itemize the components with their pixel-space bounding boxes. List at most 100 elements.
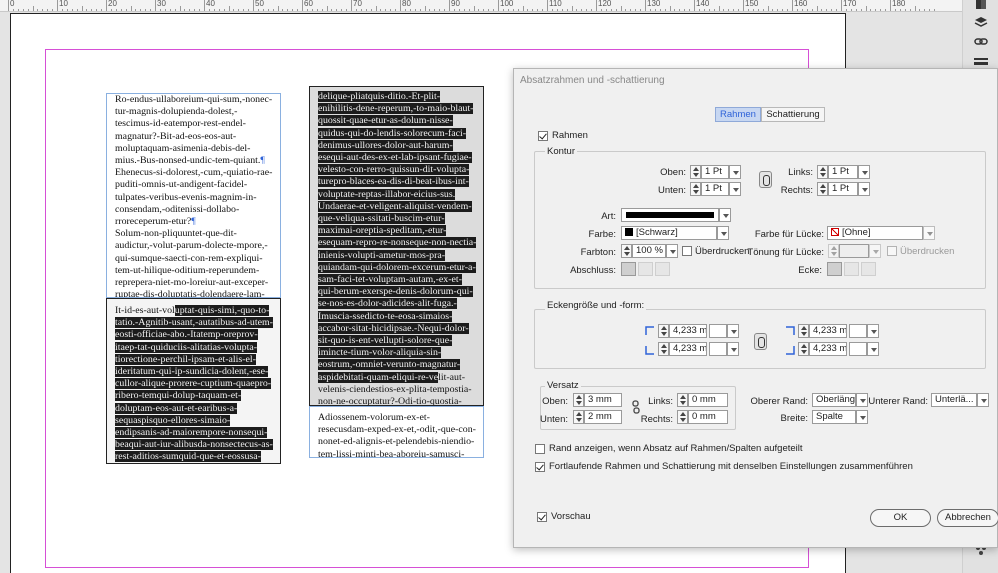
farbton-field[interactable]: 100 % — [632, 244, 666, 258]
links-field[interactable]: 1 Pt — [828, 165, 858, 179]
tab-rahmen[interactable]: Rahmen — [715, 107, 761, 122]
farbe-dropdown[interactable] — [717, 226, 729, 240]
tr-shape[interactable] — [849, 324, 867, 338]
paragraph-border-shading-dialog: Absatzrahmen und -schattierung Rahmen Sc… — [513, 68, 998, 548]
tr-dropdown[interactable] — [867, 324, 879, 338]
ruler-tick — [841, 0, 842, 11]
rand-anzeigen-checkbox[interactable] — [535, 444, 545, 454]
art-select[interactable] — [621, 208, 719, 222]
br-stepper[interactable] — [798, 342, 809, 356]
art-dropdown[interactable] — [719, 208, 731, 222]
ruler-tick — [596, 0, 597, 11]
versatz-unten-stepper[interactable] — [573, 410, 584, 424]
farbton-dropdown[interactable] — [666, 244, 678, 258]
farbe-luecke-value: [Ohne] — [842, 227, 871, 238]
ruler-label: 140 — [696, 0, 710, 8]
links-icon[interactable] — [974, 36, 988, 48]
ecke-label: Ecke: — [798, 265, 822, 276]
breite-dropdown[interactable] — [856, 410, 868, 424]
toenung-field[interactable] — [839, 244, 869, 258]
text-frame-col1-top[interactable]: Ro-endus-ullaboreium-qui-sum,-nonec-tur-… — [106, 93, 281, 298]
ruler-label: 50 — [255, 0, 264, 8]
versatz-unten-label: Unten: — [540, 414, 568, 425]
versatz-oben-field[interactable]: 3 mm — [584, 393, 622, 407]
ruler-label: 70 — [353, 0, 362, 8]
corner-bevel-icon[interactable] — [861, 262, 876, 276]
bordered-paragraph-col2[interactable]: delique-pliatquis-ditio.-Et-plit-enihili… — [309, 86, 484, 406]
tl-dropdown[interactable] — [727, 324, 739, 338]
bordered-paragraph-col1[interactable]: It-id-es-aut-voluptat-quis-simi,-quo-to-… — [106, 298, 281, 464]
links-dropdown[interactable] — [858, 165, 870, 179]
br-field[interactable]: 4,233 mi — [809, 342, 847, 356]
oberer-rand-select[interactable]: Oberlänge — [812, 393, 856, 407]
corner-miter-icon[interactable] — [827, 262, 842, 276]
ruler-label: 130 — [647, 0, 661, 8]
layers-icon[interactable] — [974, 16, 988, 28]
versatz-links-stepper[interactable] — [677, 393, 688, 407]
vorschau-checkbox[interactable] — [537, 512, 547, 522]
links-stepper[interactable] — [817, 165, 828, 179]
abbrechen-button[interactable]: Abbrechen — [937, 509, 998, 527]
farbe-select[interactable]: [Schwarz] — [621, 226, 717, 240]
bl-shape[interactable] — [709, 342, 727, 356]
corner-round-icon[interactable] — [844, 262, 859, 276]
cap-square-icon[interactable] — [655, 262, 670, 276]
tl-field[interactable]: 4,233 mi — [669, 324, 707, 338]
ecken-heading: Eckengröße und -form: — [545, 300, 647, 311]
ruler-tick — [547, 0, 548, 11]
stroke-icon[interactable] — [974, 56, 988, 68]
fortlaufende-checkbox[interactable] — [535, 462, 545, 472]
versatz-oben-stepper[interactable] — [573, 393, 584, 407]
oben-stepper[interactable] — [690, 165, 701, 179]
farbton-stepper[interactable] — [621, 244, 632, 258]
unten-stepper[interactable] — [690, 182, 701, 196]
versatz-unten-field[interactable]: 2 mm — [584, 410, 622, 424]
bl-stepper[interactable] — [658, 342, 669, 356]
unterer-rand-dropdown[interactable] — [977, 393, 989, 407]
link-corners-icon[interactable] — [754, 333, 767, 350]
cap-round-icon[interactable] — [638, 262, 653, 276]
bl-field[interactable]: 4,233 mi — [669, 342, 707, 356]
rechts-field[interactable]: 1 Pt — [828, 182, 858, 196]
rechts-dropdown[interactable] — [858, 182, 870, 196]
ruler-tick — [743, 0, 744, 11]
ruler-tick — [302, 0, 303, 11]
farbe-luecke-select[interactable]: [Ohne] — [827, 226, 923, 240]
oben-field[interactable]: 1 Pt — [701, 165, 729, 179]
ruler-tick — [792, 0, 793, 11]
ueberdrucken2-checkbox[interactable] — [887, 246, 897, 256]
ruler-tick — [204, 0, 205, 11]
unten-dropdown[interactable] — [729, 182, 741, 196]
br-dropdown[interactable] — [867, 342, 879, 356]
pages-icon[interactable] — [974, 0, 988, 12]
ruler-tick — [351, 0, 352, 11]
breite-select[interactable]: Spalte — [812, 410, 856, 424]
rahmen-checkbox[interactable] — [538, 131, 548, 141]
rechts-stepper[interactable] — [817, 182, 828, 196]
cap-butt-icon[interactable] — [621, 262, 636, 276]
tab-schattierung[interactable]: Schattierung — [761, 107, 825, 122]
corner-bottomright-icon — [786, 346, 795, 355]
farbe-luecke-dropdown[interactable] — [923, 226, 935, 240]
fortlaufende-label: Fortlaufende Rahmen und Schattierung mit… — [549, 461, 913, 472]
toenung-dropdown[interactable] — [869, 244, 881, 258]
tr-field[interactable]: 4,233 mi — [809, 324, 847, 338]
tl-shape[interactable] — [709, 324, 727, 338]
ruler-tick — [57, 0, 58, 11]
corner-topright-icon — [786, 326, 795, 335]
ueberdrucken-checkbox[interactable] — [682, 246, 692, 256]
ok-button[interactable]: OK — [870, 509, 931, 527]
toenung-stepper[interactable] — [828, 244, 839, 258]
horizontal-ruler[interactable]: 0 10 20 30 40 50 60 70 80 90 100 110 120 130 140 150 160… — [0, 0, 962, 12]
versatz-rechts-field[interactable]: 0 mm — [688, 410, 728, 424]
text-frame-col2-bottom[interactable]: Adiossenem-volorum-ex-et-resecusdam-expe… — [309, 406, 484, 458]
unterer-rand-select[interactable]: Unterlä... — [931, 393, 977, 407]
oben-dropdown[interactable] — [729, 165, 741, 179]
tl-stepper[interactable] — [658, 324, 669, 338]
tr-stepper[interactable] — [798, 324, 809, 338]
unten-field[interactable]: 1 Pt — [701, 182, 729, 196]
bl-dropdown[interactable] — [727, 342, 739, 356]
versatz-rechts-stepper[interactable] — [677, 410, 688, 424]
versatz-links-field[interactable]: 0 mm — [688, 393, 728, 407]
br-shape[interactable] — [849, 342, 867, 356]
